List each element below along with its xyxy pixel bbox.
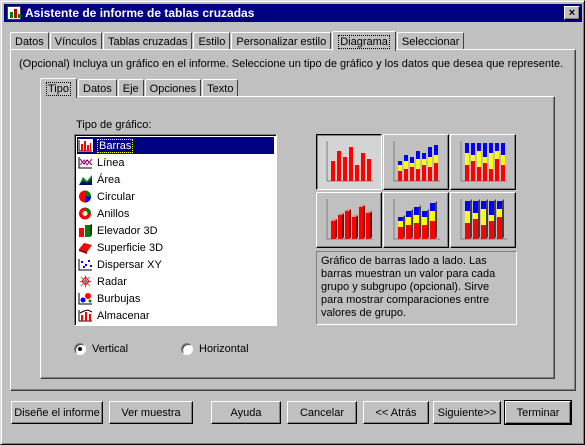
3d-stacked-bars-icon — [393, 199, 440, 240]
tab-vinculos[interactable]: Vínculos — [49, 32, 102, 50]
chart-type-list[interactable]: Barras Línea Área Circular Anillos Eleva… — [74, 134, 277, 326]
finish-button[interactable]: Terminar — [504, 400, 572, 425]
area-chart-icon — [79, 175, 92, 185]
radio-horizontal-label: Horizontal — [199, 343, 249, 355]
radio-vertical[interactable]: Vertical — [74, 343, 128, 355]
main-tabs: Datos Vínculos Tablas cruzadas Estilo Pe… — [10, 30, 465, 51]
list-item-radar[interactable]: Radar — [77, 273, 274, 290]
surface-3d-icon — [79, 243, 92, 254]
list-item-circular[interactable]: Circular — [77, 188, 274, 205]
tab-tablas-cruzadas[interactable]: Tablas cruzadas — [102, 32, 193, 50]
3d-percent-bars-icon — [460, 199, 507, 240]
intro-text: (Opcional) Incluya un gráfico en el info… — [19, 58, 564, 70]
window-title: Asistente de informe de tablas cruzadas — [25, 6, 255, 20]
radio-vertical-circle[interactable] — [74, 343, 86, 355]
cancel-button[interactable]: Cancelar — [287, 401, 357, 424]
subtype-percent-bars[interactable] — [450, 134, 516, 190]
help-button[interactable]: Ayuda — [211, 401, 281, 424]
subtab-tipo[interactable]: Tipo — [40, 78, 77, 98]
subtab-opciones[interactable]: Opciones — [144, 79, 202, 97]
design-report-button[interactable]: Diseñe el informe — [11, 401, 103, 424]
chart-subtype-grid — [316, 134, 517, 248]
doughnut-chart-icon — [79, 207, 91, 220]
radio-horizontal[interactable]: Horizontal — [181, 343, 249, 355]
radio-horizontal-circle[interactable] — [181, 343, 193, 355]
list-item-almacenar[interactable]: Almacenar — [77, 307, 274, 324]
list-item-anillos[interactable]: Anillos — [77, 205, 274, 222]
list-item-area[interactable]: Área — [77, 171, 274, 188]
chart-sub-tabs: Tipo Datos Eje Opciones Texto — [40, 77, 239, 98]
wizard-window: Asistente de informe de tablas cruzadas … — [0, 0, 585, 445]
chart-type-label: Tipo de gráfico: — [76, 119, 152, 131]
list-item-dispersar-xy[interactable]: Dispersar XY — [77, 256, 274, 273]
list-item-barras[interactable]: Barras — [77, 137, 274, 154]
radar-chart-icon — [79, 275, 92, 288]
title-bar: Asistente de informe de tablas cruzadas … — [4, 4, 582, 22]
tab-seleccionar[interactable]: Seleccionar — [396, 32, 465, 50]
tab-personalizar-estilo[interactable]: Personalizar estilo — [231, 32, 332, 50]
subtab-datos[interactable]: Datos — [78, 79, 117, 97]
next-button[interactable]: Siguiente>> — [433, 401, 501, 424]
subtype-side-by-side-bars[interactable] — [316, 134, 382, 190]
subtab-texto[interactable]: Texto — [202, 79, 239, 97]
radio-vertical-label: Vertical — [92, 343, 129, 355]
subtype-3d-percent-bars[interactable] — [450, 192, 516, 248]
tab-estilo[interactable]: Estilo — [193, 32, 231, 50]
subtype-3d-side-by-side-bars[interactable] — [316, 192, 382, 248]
list-item-burbujas[interactable]: Burbujas — [77, 290, 274, 307]
subtab-eje[interactable]: Eje — [117, 79, 144, 97]
close-icon[interactable]: × — [564, 6, 580, 20]
3d-side-by-side-bars-icon — [326, 199, 373, 240]
stacked-bars-icon — [393, 141, 440, 182]
bar-chart-icon — [78, 139, 93, 152]
chart-description: Gráfico de barras lado a lado. Las barra… — [316, 251, 517, 325]
riser-3d-icon — [79, 224, 92, 237]
percent-bars-icon — [460, 141, 507, 182]
line-chart-icon — [78, 157, 93, 169]
stock-chart-icon — [78, 309, 93, 322]
back-button[interactable]: << Atrás — [363, 401, 429, 424]
tab-datos[interactable]: Datos — [10, 32, 49, 50]
list-item-elevador-3d[interactable]: Elevador 3D — [77, 222, 274, 239]
scatter-chart-icon — [78, 259, 92, 271]
pie-chart-icon — [79, 190, 91, 203]
subtype-stacked-bars[interactable] — [383, 134, 449, 190]
bubble-chart-icon — [78, 293, 92, 305]
preview-button[interactable]: Ver muestra — [109, 401, 193, 424]
list-item-linea[interactable]: Línea — [77, 154, 274, 171]
side-by-side-bars-icon — [326, 141, 373, 182]
subtype-3d-stacked-bars[interactable] — [383, 192, 449, 248]
tab-diagrama[interactable]: Diagrama — [332, 31, 396, 51]
crystal-report-icon — [7, 6, 21, 20]
list-item-superficie-3d[interactable]: Superficie 3D — [77, 239, 274, 256]
